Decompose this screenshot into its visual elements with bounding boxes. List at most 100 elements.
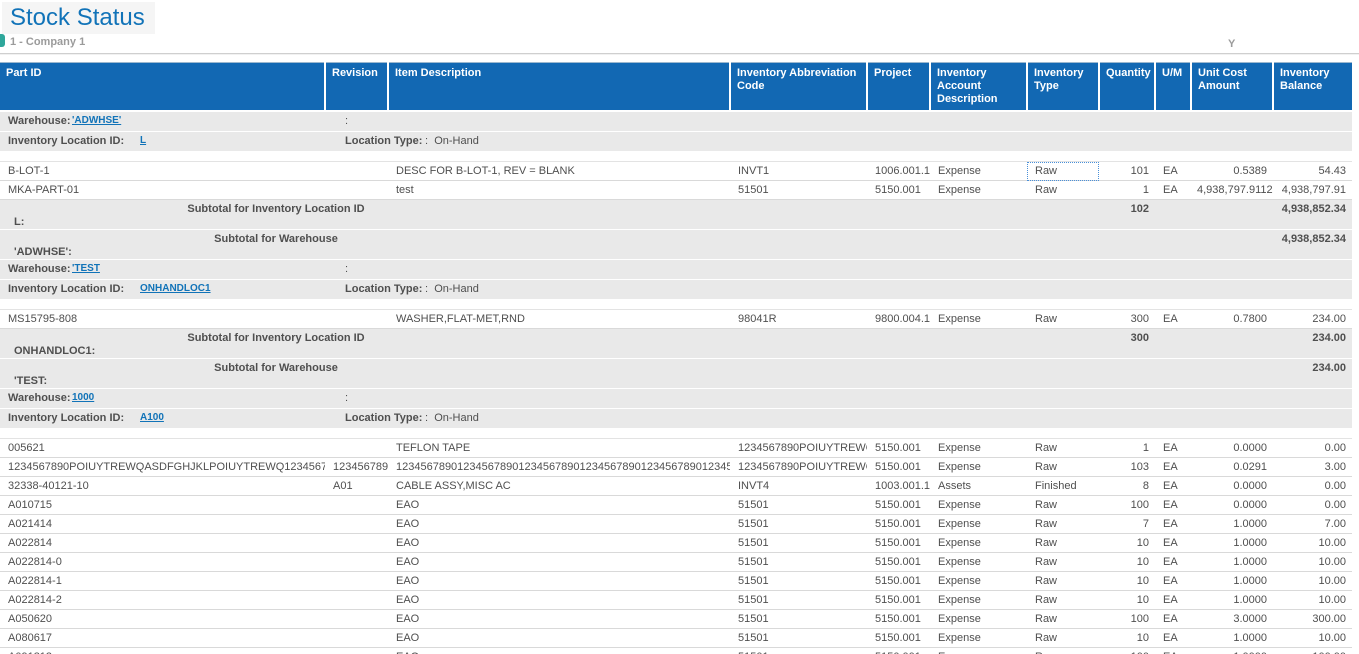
column-header-inventory-abbreviation-code: Inventory Abbreviation Code xyxy=(730,63,867,112)
subtotal-warehouse-row: Subtotal for Warehouse'TEST:234.00 xyxy=(0,359,1352,389)
cell-unit-cost-amount: 0.0000 xyxy=(1191,496,1273,515)
subtotal-unitcost-spacer xyxy=(1191,329,1273,359)
cell-inventory-abbreviation-code: 1234567890POIUYTREWQ xyxy=(730,439,867,458)
stock-status-page: Stock Status 1 - Company 1 Y Part IDRevi… xyxy=(0,0,1359,654)
warehouse-band-cell: Warehouse:1000: xyxy=(0,389,1352,409)
cell-revision xyxy=(325,181,388,200)
cell-item-description: CABLE ASSY,MISC AC xyxy=(388,477,730,496)
cell-inventory-type: Raw xyxy=(1027,439,1099,458)
cell-inventory-balance: 100.00 xyxy=(1273,648,1352,654)
subtotal-unitcost-spacer xyxy=(1191,359,1273,389)
cell-project: 1006.001.10 xyxy=(867,162,930,181)
cell-project: 5150.001 xyxy=(867,534,930,553)
cell-inventory-account-description: Expense xyxy=(930,162,1027,181)
cell-quantity: 100 xyxy=(1099,648,1155,654)
cell-um: EA xyxy=(1155,553,1191,572)
cell-inventory-type: Raw xyxy=(1027,496,1099,515)
cell-inventory-account-description: Expense xyxy=(930,310,1027,329)
cell-inventory-type[interactable]: Raw xyxy=(1027,162,1099,181)
cell-project: 5150.001 xyxy=(867,515,930,534)
location-link[interactable]: ONHANDLOC1 xyxy=(140,283,211,294)
subtotal-unitcost-spacer xyxy=(1191,200,1273,230)
cell-part-id: 005621 xyxy=(0,439,325,458)
cell-inventory-type: Raw xyxy=(1027,610,1099,629)
column-header-quantity: Quantity xyxy=(1099,63,1155,112)
warehouse-link[interactable]: 1000 xyxy=(72,392,94,403)
cell-inventory-account-description: Expense xyxy=(930,610,1027,629)
location-band-cell: Inventory Location ID:LLocation Type: : … xyxy=(0,132,1352,152)
cell-quantity: 7 xyxy=(1099,515,1155,534)
stock-table-wrapper: Part IDRevisionItem DescriptionInventory… xyxy=(0,62,1359,654)
cell-inventory-balance: 7.00 xyxy=(1273,515,1352,534)
cell-quantity: 10 xyxy=(1099,534,1155,553)
cell-inventory-abbreviation-code: 51501 xyxy=(730,515,867,534)
cell-inventory-balance: 10.00 xyxy=(1273,629,1352,648)
cell-unit-cost-amount: 0.5389 xyxy=(1191,162,1273,181)
cell-um: EA xyxy=(1155,610,1191,629)
cell-inventory-balance: 4,938,797.91 xyxy=(1273,181,1352,200)
panel-edge-icon[interactable] xyxy=(0,34,5,47)
table-row: A022814-2EAO515015150.001ExpenseRaw10EA1… xyxy=(0,591,1352,610)
cell-part-id: A080617 xyxy=(0,629,325,648)
table-row: 1234567890POIUYTREWQASDFGHJKLPOIUYTREWQ1… xyxy=(0,458,1352,477)
cell-inventory-type: Raw xyxy=(1027,310,1099,329)
cell-inventory-type: Raw xyxy=(1027,553,1099,572)
group-label: : xyxy=(345,263,348,275)
location-band-cell: Inventory Location ID:ONHANDLOC1Location… xyxy=(0,280,1352,300)
table-row: B-LOT-1DESC FOR B-LOT-1, REV = BLANKINVT… xyxy=(0,162,1352,181)
subtotal-quantity: 300 xyxy=(1099,329,1155,359)
warehouse-link[interactable]: 'TEST xyxy=(72,263,100,274)
cell-inventory-type: Raw xyxy=(1027,458,1099,477)
cell-inventory-balance: 10.00 xyxy=(1273,553,1352,572)
cell-um: EA xyxy=(1155,629,1191,648)
cell-um: EA xyxy=(1155,534,1191,553)
subtotal-quantity xyxy=(1099,230,1155,260)
cell-unit-cost-amount: 3.0000 xyxy=(1191,610,1273,629)
subtotal-warehouse-label-cell: Subtotal for Warehouse'TEST: xyxy=(0,359,1099,389)
column-header-item-description: Item Description xyxy=(388,63,730,112)
stock-table-head: Part IDRevisionItem DescriptionInventory… xyxy=(0,63,1352,112)
cell-part-id: 1234567890POIUYTREWQASDFGHJKLPOIUYTREWQ1… xyxy=(0,458,325,477)
cell-inventory-type: Finished xyxy=(1027,477,1099,496)
subtotal-quantity: 102 xyxy=(1099,200,1155,230)
cell-inventory-abbreviation-code: INVT4 xyxy=(730,477,867,496)
table-row: A010715EAO515015150.001ExpenseRaw100EA0.… xyxy=(0,496,1352,515)
cell-unit-cost-amount: 1.0000 xyxy=(1191,648,1273,654)
cell-inventory-account-description: Expense xyxy=(930,439,1027,458)
cell-um: EA xyxy=(1155,181,1191,200)
cell-inventory-type: Raw xyxy=(1027,591,1099,610)
subtotal-name: 'TEST: xyxy=(6,375,1093,388)
cell-item-description: DESC FOR B-LOT-1, REV = BLANK xyxy=(388,162,730,181)
cell-unit-cost-amount: 1.0000 xyxy=(1191,515,1273,534)
cell-um: EA xyxy=(1155,439,1191,458)
location-link[interactable]: L xyxy=(140,135,146,146)
cell-inventory-account-description: Expense xyxy=(930,181,1027,200)
group-label: Inventory Location ID: xyxy=(8,135,124,147)
table-row: 005621TEFLON TAPE1234567890POIUYTREWQ515… xyxy=(0,439,1352,458)
cell-inventory-balance: 10.00 xyxy=(1273,591,1352,610)
cell-revision xyxy=(325,553,388,572)
subtotal-title: Subtotal for Warehouse xyxy=(6,362,546,375)
cell-revision xyxy=(325,648,388,654)
column-header-project: Project xyxy=(867,63,930,112)
cell-inventory-balance: 0.00 xyxy=(1273,496,1352,515)
group-label: Warehouse: xyxy=(8,115,71,127)
subtotal-location-label-cell: Subtotal for Inventory Location IDONHAND… xyxy=(0,329,1099,359)
cell-project: 5150.001 xyxy=(867,629,930,648)
cell-revision xyxy=(325,534,388,553)
cell-part-id: B-LOT-1 xyxy=(0,162,325,181)
spacer-row xyxy=(0,300,1352,310)
cell-unit-cost-amount: 0.0000 xyxy=(1191,439,1273,458)
page-title: Stock Status xyxy=(2,2,155,34)
cell-quantity: 10 xyxy=(1099,629,1155,648)
table-row: A091813EAO515015150.001ExpenseRaw100EA1.… xyxy=(0,648,1352,654)
subtotal-um-spacer xyxy=(1155,359,1191,389)
location-link[interactable]: A100 xyxy=(140,412,164,423)
column-header-unit-cost-amount: Unit Cost Amount xyxy=(1191,63,1273,112)
cell-inventory-type: Raw xyxy=(1027,515,1099,534)
location-type-value: : On-Hand xyxy=(422,412,479,424)
location-band-cell: Inventory Location ID:A100Location Type:… xyxy=(0,409,1352,429)
group-label: Location Type: xyxy=(345,135,422,147)
warehouse-link[interactable]: 'ADWHSE' xyxy=(72,115,121,126)
group-label: Inventory Location ID: xyxy=(8,412,124,424)
